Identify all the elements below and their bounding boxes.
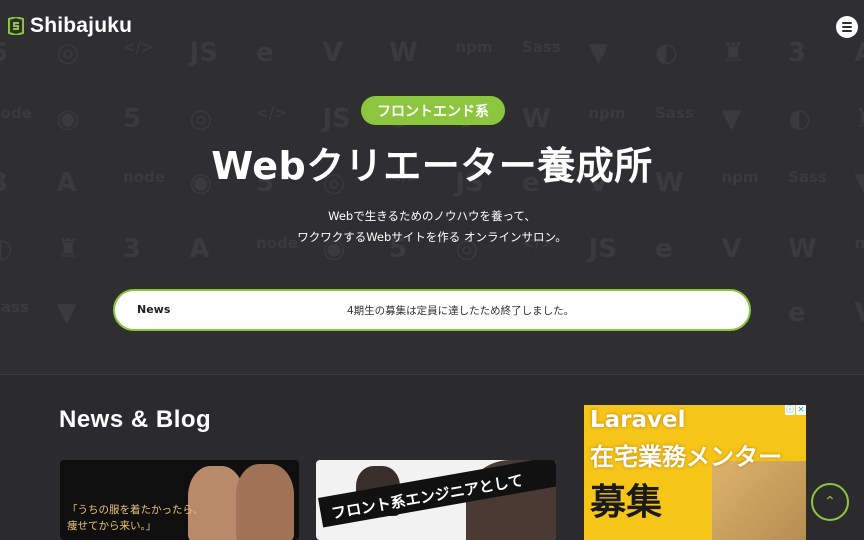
subtitle-line-2: ワクワクするWebサイトを作る オンラインサロン。 bbox=[0, 227, 864, 248]
firefox-icon: ◐ bbox=[788, 104, 811, 134]
edge-icon: e bbox=[788, 298, 806, 328]
ad-close-icon[interactable]: ✕ bbox=[796, 405, 806, 415]
subtitle-line-1: Webで生きるためのノウハウを養って、 bbox=[0, 206, 864, 227]
node-icon: node bbox=[0, 104, 32, 122]
ad-headline: Laravel bbox=[590, 407, 686, 433]
ad-headline: 在宅業務メンター bbox=[590, 437, 782, 472]
card-caption-line: 痩せてから来い。」 bbox=[67, 518, 204, 534]
ad-photo bbox=[712, 461, 806, 540]
news-label: News bbox=[137, 303, 170, 316]
section-title: News & Blog bbox=[59, 406, 211, 434]
menu-bar bbox=[842, 30, 852, 32]
blog-card[interactable]: 「うちの服を着たかったら、 痩せてから来い。」 bbox=[60, 460, 299, 540]
shiba-logo-icon bbox=[8, 17, 24, 35]
card-caption: 「うちの服を着たかったら、 痩せてから来い。」 bbox=[67, 502, 204, 534]
html5-icon: 5 bbox=[123, 104, 141, 134]
card-caption-line: 「うちの服を着たかったら、 bbox=[67, 502, 204, 518]
castle-icon: ♜ bbox=[855, 104, 864, 134]
scroll-to-top-button[interactable]: ⌃ bbox=[811, 483, 849, 521]
npm-icon: npm bbox=[589, 104, 626, 122]
hero-subtitle: Webで生きるためのノウハウを養って、 ワクワクするWebサイトを作る オンライ… bbox=[0, 206, 864, 248]
ad-controls: ⓘ ✕ bbox=[785, 405, 806, 415]
menu-bar bbox=[842, 26, 852, 28]
chrome-icon: ◉ bbox=[57, 104, 80, 134]
menu-bar bbox=[842, 22, 852, 24]
site-header: Shibajuku bbox=[0, 0, 864, 52]
chevron-up-icon: ⌃ bbox=[824, 495, 836, 509]
category-badge: フロントエンド系 bbox=[361, 96, 505, 125]
blog-card[interactable]: フロント系エンジニアとして bbox=[316, 460, 556, 540]
js-icon: JS bbox=[323, 104, 351, 134]
ad-info-icon[interactable]: ⓘ bbox=[785, 405, 795, 415]
logo-text: Shibajuku bbox=[30, 14, 132, 38]
gulp-icon: ▼ bbox=[57, 298, 77, 328]
section-divider bbox=[0, 374, 864, 375]
code-icon: </> bbox=[256, 104, 287, 122]
ad-headline: 募集 bbox=[590, 473, 662, 525]
logo[interactable]: Shibajuku bbox=[8, 13, 132, 39]
safari-icon: ◎ bbox=[190, 104, 213, 134]
sass-icon: Sass bbox=[655, 104, 694, 122]
news-text[interactable]: 4期生の募集は定員に達したため終了しました。 bbox=[347, 303, 574, 318]
vue-icon: V bbox=[855, 298, 864, 328]
ad-banner[interactable]: Laravel 在宅業務メンター 募集 ⓘ ✕ bbox=[584, 405, 806, 540]
wordpress-icon: W bbox=[522, 104, 551, 134]
card-photo-figure bbox=[236, 464, 294, 540]
hamburger-menu-icon[interactable] bbox=[836, 16, 858, 38]
hero-section: 5◎</>JSeVWnpmSass▼◐♜3Anode◉5◎</>JSeVWnpm… bbox=[0, 0, 864, 374]
sass-icon: Sass bbox=[0, 298, 29, 316]
news-bar[interactable]: News 4期生の募集は定員に達したため終了しました。 bbox=[113, 289, 751, 331]
page-title: Webクリエーター養成所 bbox=[0, 135, 864, 190]
gulp-icon: ▼ bbox=[722, 104, 742, 134]
